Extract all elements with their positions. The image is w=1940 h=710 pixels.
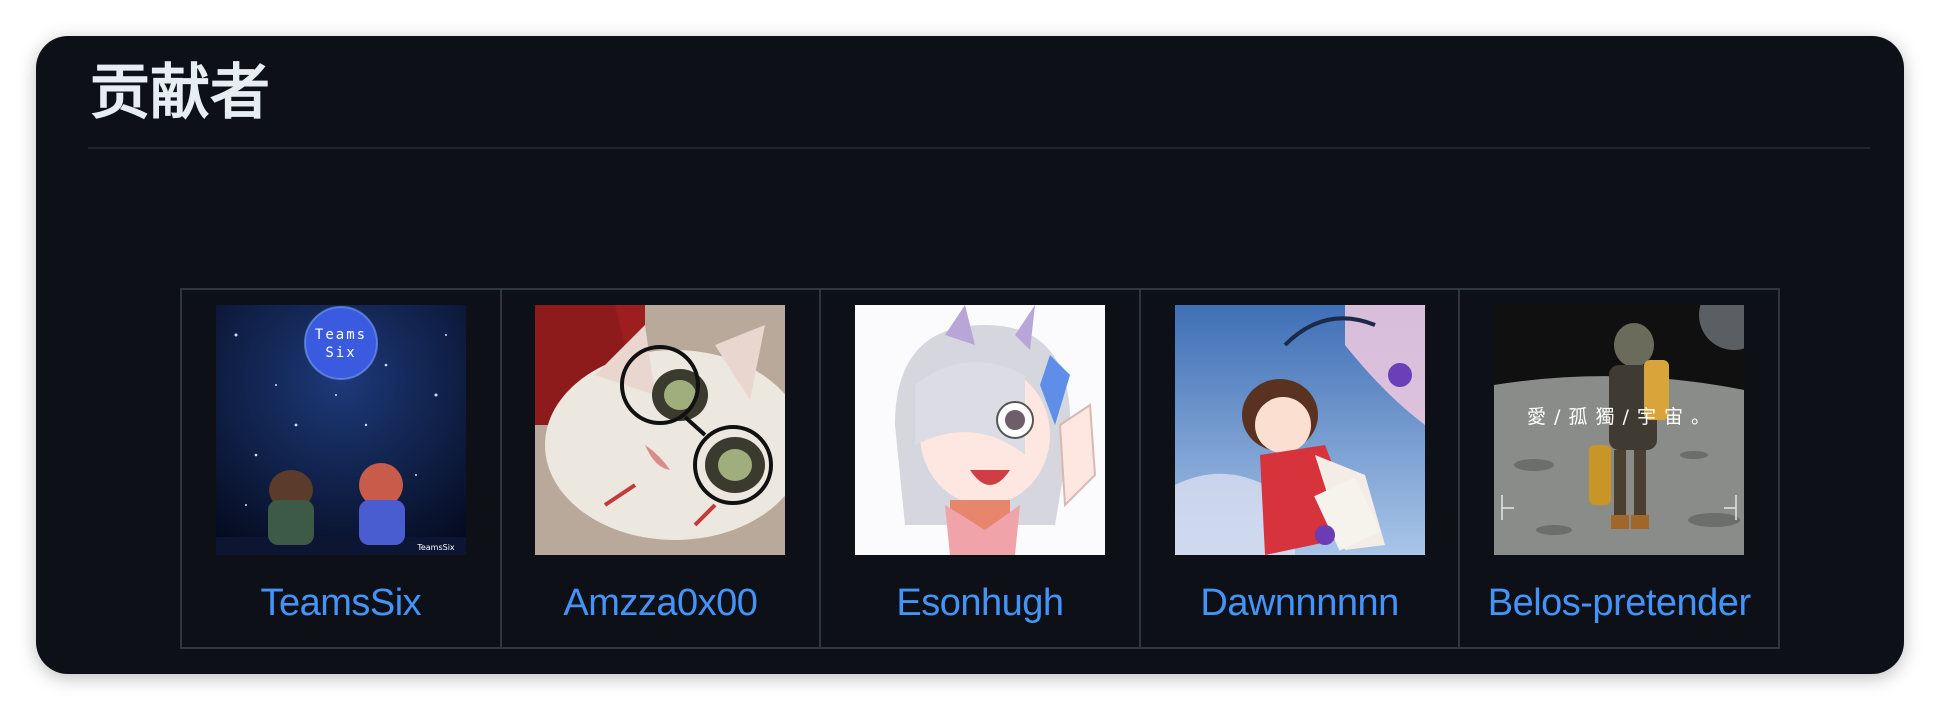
astronaut-moon-avatar-icon[interactable]: 愛 / 孤 獨 / 宇 宙 。 — [1494, 305, 1745, 555]
title-divider — [88, 147, 1870, 149]
cat-with-glasses-avatar-icon[interactable] — [535, 305, 786, 555]
contributors-table: Teams Six TeamsSix TeamsSix Amzza0x00 Es… — [180, 288, 1780, 649]
contributor-name[interactable]: Belos-pretender — [1460, 582, 1778, 625]
avatar-watermark: TeamsSix — [416, 543, 455, 552]
anime-girl-blue-sky-avatar-icon[interactable] — [1174, 305, 1425, 555]
contributor-belos-pretender[interactable]: 愛 / 孤 獨 / 宇 宙 。 Belos-pretender — [1460, 290, 1778, 647]
contributor-amzza0x00[interactable]: Amzza0x00 — [502, 290, 822, 647]
section-title: 贡献者 — [90, 58, 270, 128]
contributor-teamssix[interactable]: Teams Six TeamsSix TeamsSix — [182, 290, 502, 647]
contributor-name[interactable]: TeamsSix — [182, 582, 500, 625]
avatar-badge-line1: Teams — [315, 327, 367, 343]
contributor-name[interactable]: Dawnnnnnn — [1141, 582, 1459, 625]
anime-fox-girl-avatar-icon[interactable] — [854, 305, 1105, 555]
contributor-name[interactable]: Amzza0x00 — [502, 582, 820, 625]
contributors-card: 贡献者 Teams Six TeamsSix TeamsSix Amzza0x0… — [36, 36, 1904, 674]
contributor-dawnnnnnn[interactable]: Dawnnnnnn — [1141, 290, 1461, 647]
night-sky-avatar-icon[interactable]: Teams Six TeamsSix — [215, 305, 466, 555]
contributor-esonhugh[interactable]: Esonhugh — [821, 290, 1141, 647]
avatar-badge-line2: Six — [325, 345, 356, 361]
contributor-name[interactable]: Esonhugh — [821, 582, 1139, 625]
avatar-caption: 愛 / 孤 獨 / 宇 宙 。 — [1527, 406, 1711, 428]
